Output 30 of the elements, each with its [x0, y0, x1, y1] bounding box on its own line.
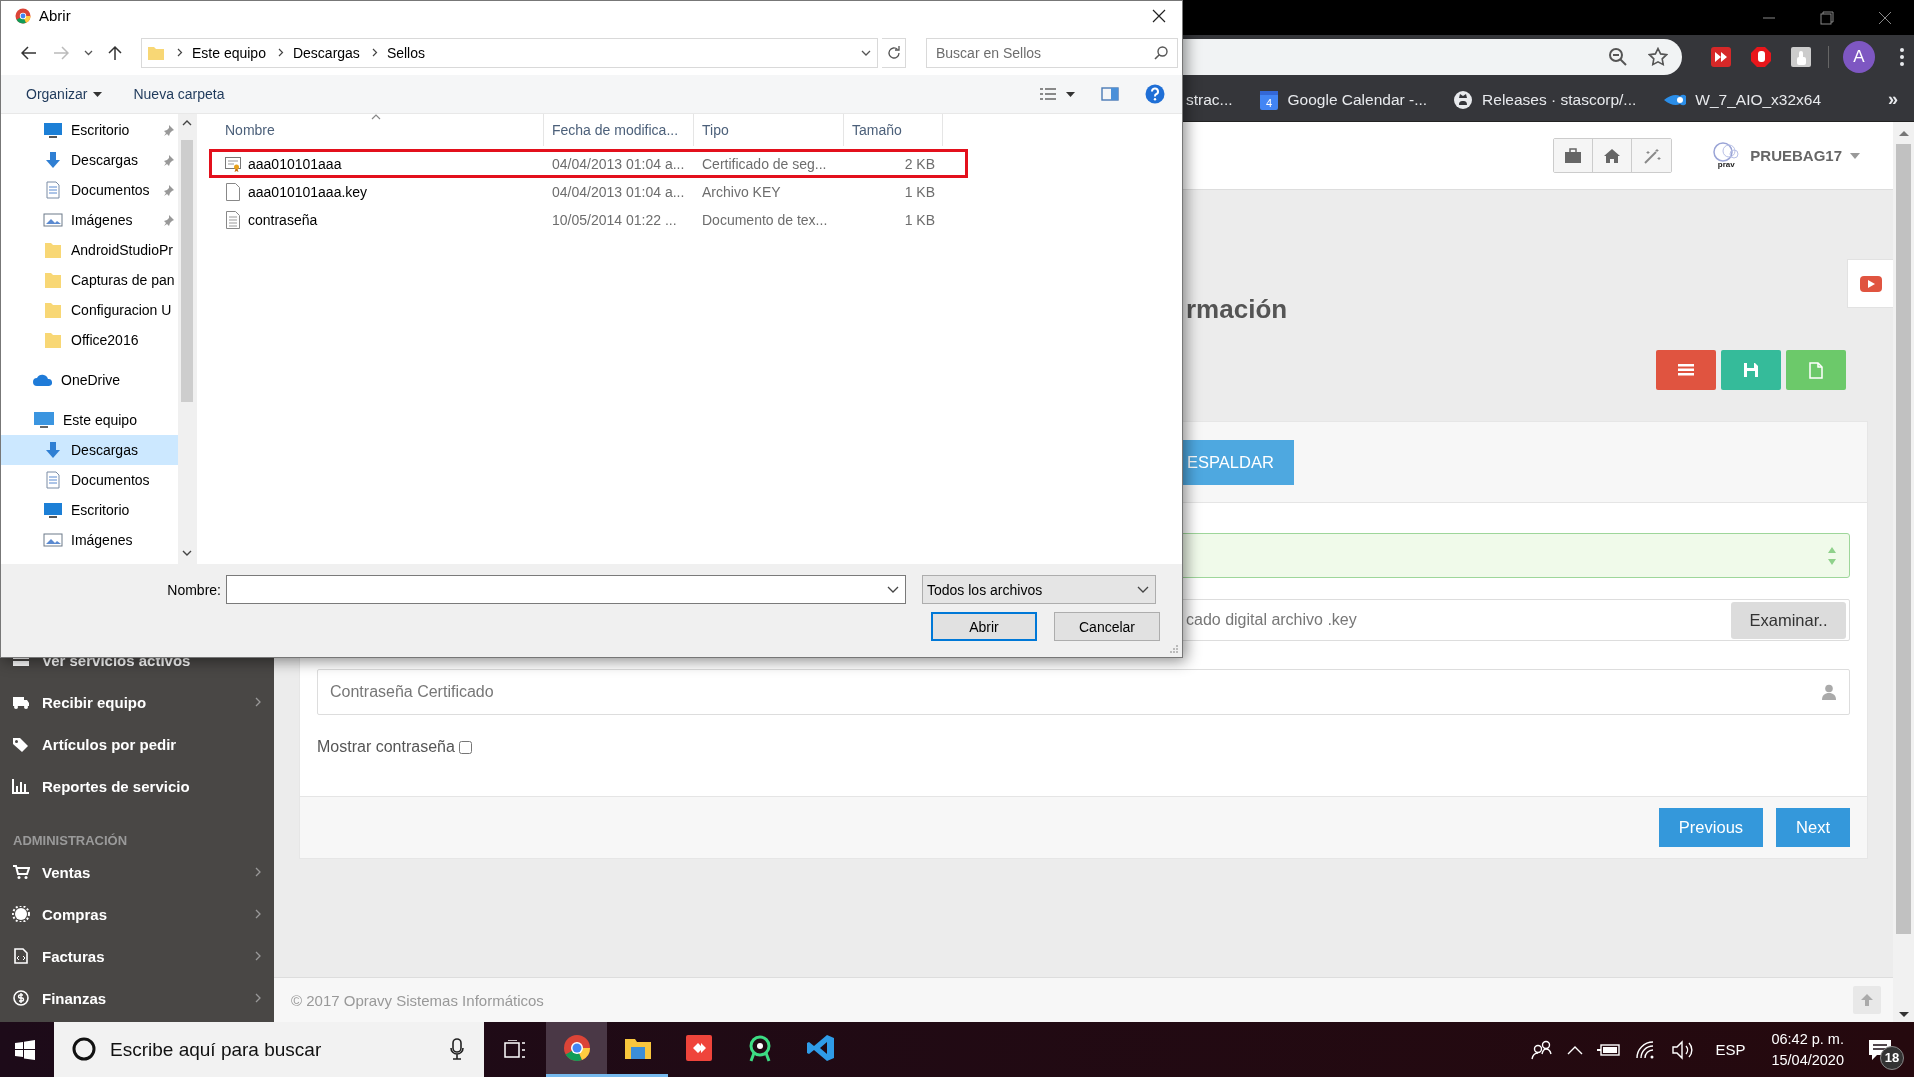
file-type: Certificado de seg... — [701, 155, 828, 172]
sidebar-label: Compras — [42, 905, 109, 923]
file-size: 1 KB — [903, 211, 935, 228]
file-type: Archivo KEY — [701, 183, 782, 200]
sidebar-label: Finanzas — [42, 989, 108, 1007]
file-date: 04/04/2013 01:04 a... — [551, 183, 686, 200]
file-type: Documento de tex... — [701, 211, 829, 228]
clock-time: 06:42 p. m. — [1771, 1031, 1844, 1047]
dialog-title: Abrir — [39, 7, 71, 24]
page-title: rmación — [1186, 294, 1288, 325]
sidebar-label: Facturas — [42, 947, 106, 965]
notification-count: 18 — [1880, 1045, 1904, 1070]
file-name: aaa010101aaa — [248, 155, 342, 172]
sidebar-label: Recibir equipo — [42, 693, 148, 711]
file-date: 04/04/2013 01:04 a... — [551, 155, 686, 172]
calendar-icon: 4 — [1258, 88, 1279, 111]
sidebar-label: Artículos por pedir — [42, 735, 178, 753]
company-logo: prav — [1710, 142, 1743, 169]
file-size: 1 KB — [903, 183, 935, 200]
clock-date: 15/04/2020 — [1771, 1052, 1844, 1068]
section-heading: ADMINISTRACIÓN — [12, 832, 129, 850]
checkbox-label: Mostrar contraseña — [317, 738, 455, 756]
field-label: Nombre: — [166, 581, 222, 598]
sidebar-label: Reportes de servicio — [42, 777, 191, 795]
copyright-text: © 2017 Opravy Sistemas Informáticos — [291, 991, 544, 1009]
file-date: 10/05/2014 01:22 ... — [551, 211, 678, 228]
sidebar-label: Ventas — [42, 863, 92, 881]
file-name: aaa010101aaa.key — [248, 183, 368, 200]
file-size: 2 KB — [903, 155, 935, 172]
file-name: contraseña — [248, 211, 318, 228]
